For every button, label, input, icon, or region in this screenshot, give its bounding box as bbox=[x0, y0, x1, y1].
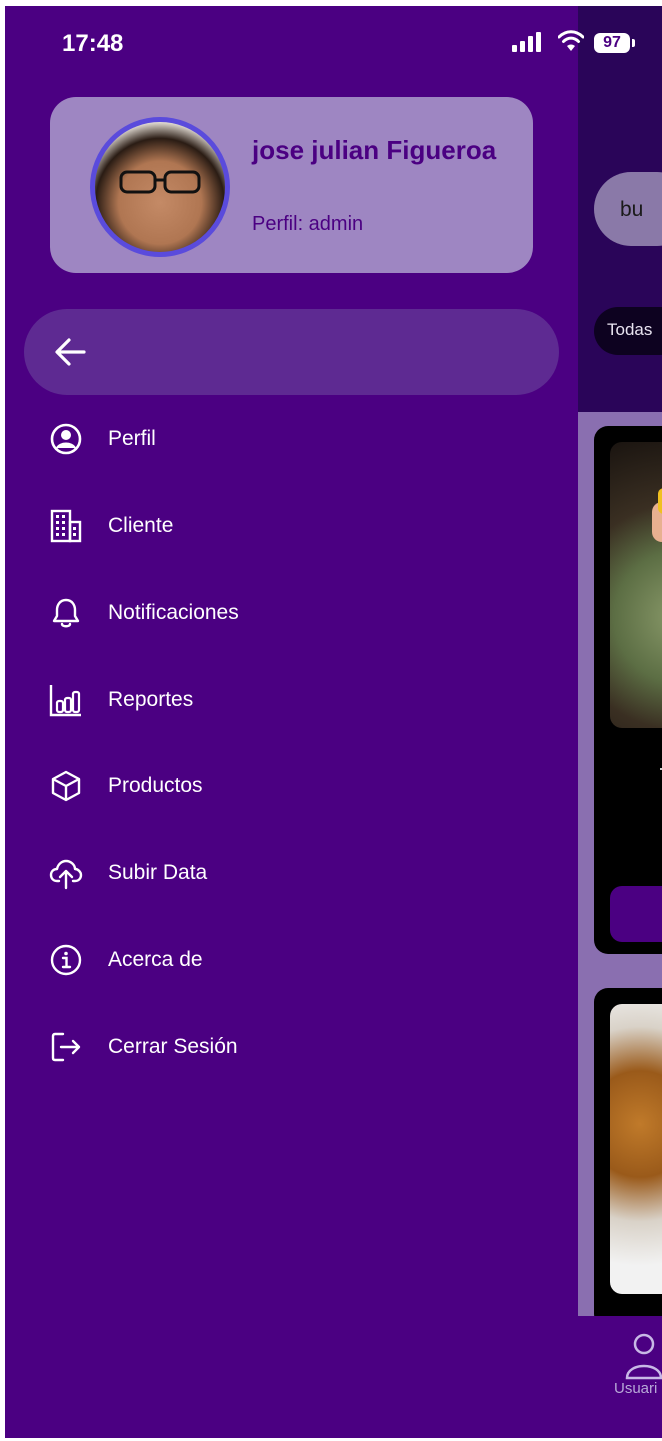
menu-item-label: Productos bbox=[108, 774, 203, 797]
search-input-text: bu bbox=[620, 198, 644, 221]
product-image bbox=[610, 1004, 662, 1294]
menu-item-subir-data[interactable]: Subir Data bbox=[49, 854, 529, 894]
glasses-icon bbox=[119, 170, 201, 194]
phone-screen: bu Todas Usuari jose julian Figueroa Per… bbox=[5, 6, 662, 1438]
menu-item-label: Cliente bbox=[108, 514, 174, 537]
product-action-button[interactable] bbox=[610, 886, 662, 942]
filter-chip-label: Todas bbox=[607, 320, 653, 339]
product-card[interactable] bbox=[594, 426, 662, 954]
product-image bbox=[610, 442, 662, 728]
bottom-nav: Usuari bbox=[578, 1316, 662, 1438]
bottom-nav-user-label: Usuari bbox=[614, 1380, 658, 1397]
profile-name: jose julian Figueroa bbox=[252, 135, 497, 165]
arrow-left-icon bbox=[55, 338, 86, 366]
product-card[interactable] bbox=[594, 988, 662, 1328]
user-icon[interactable] bbox=[624, 1332, 662, 1380]
cellular-signal-icon bbox=[512, 32, 541, 52]
menu-item-label: Notificaciones bbox=[108, 601, 239, 624]
search-input[interactable]: bu bbox=[594, 172, 662, 246]
background-main-screen: bu Todas Usuari bbox=[578, 6, 662, 1438]
menu-item-acerca-de[interactable]: Acerca de bbox=[49, 941, 529, 981]
menu-item-perfil[interactable]: Perfil bbox=[49, 420, 529, 460]
user-circle-icon bbox=[50, 423, 82, 455]
menu-item-cerrar-sesion[interactable]: Cerrar Sesión bbox=[49, 1028, 529, 1068]
filter-chip-todas[interactable]: Todas bbox=[594, 307, 662, 355]
menu-item-label: Reportes bbox=[108, 688, 194, 711]
cube-icon bbox=[51, 770, 81, 802]
menu-item-label: Perfil bbox=[108, 427, 156, 450]
menu-item-reportes[interactable]: Reportes bbox=[49, 681, 529, 721]
bar-chart-icon bbox=[49, 685, 81, 717]
info-icon bbox=[50, 944, 82, 976]
profile-card[interactable]: jose julian Figueroa Perfil: admin bbox=[50, 97, 533, 273]
building-icon bbox=[50, 509, 82, 543]
close-drawer-button[interactable] bbox=[24, 309, 559, 395]
menu-item-label: Acerca de bbox=[108, 948, 203, 971]
battery-tip bbox=[632, 39, 635, 47]
menu-item-label: Cerrar Sesión bbox=[108, 1035, 238, 1058]
wifi-icon bbox=[558, 30, 584, 51]
navigation-drawer: jose julian Figueroa Perfil: admin Perfi… bbox=[5, 6, 578, 1438]
avatar bbox=[90, 117, 230, 257]
logout-icon bbox=[51, 1032, 81, 1062]
cloud-upload-icon bbox=[49, 859, 83, 890]
status-time: 17:48 bbox=[62, 30, 124, 57]
menu-item-productos[interactable]: Productos bbox=[49, 767, 529, 807]
profile-role: Perfil: admin bbox=[252, 213, 364, 235]
bell-icon bbox=[52, 598, 80, 628]
menu-item-cliente[interactable]: Cliente bbox=[49, 507, 529, 547]
menu-item-notificaciones[interactable]: Notificaciones bbox=[49, 594, 529, 634]
battery-indicator: 97 bbox=[594, 33, 630, 53]
menu-item-label: Subir Data bbox=[108, 861, 208, 884]
status-bar: 17:48 97 bbox=[5, 6, 662, 86]
